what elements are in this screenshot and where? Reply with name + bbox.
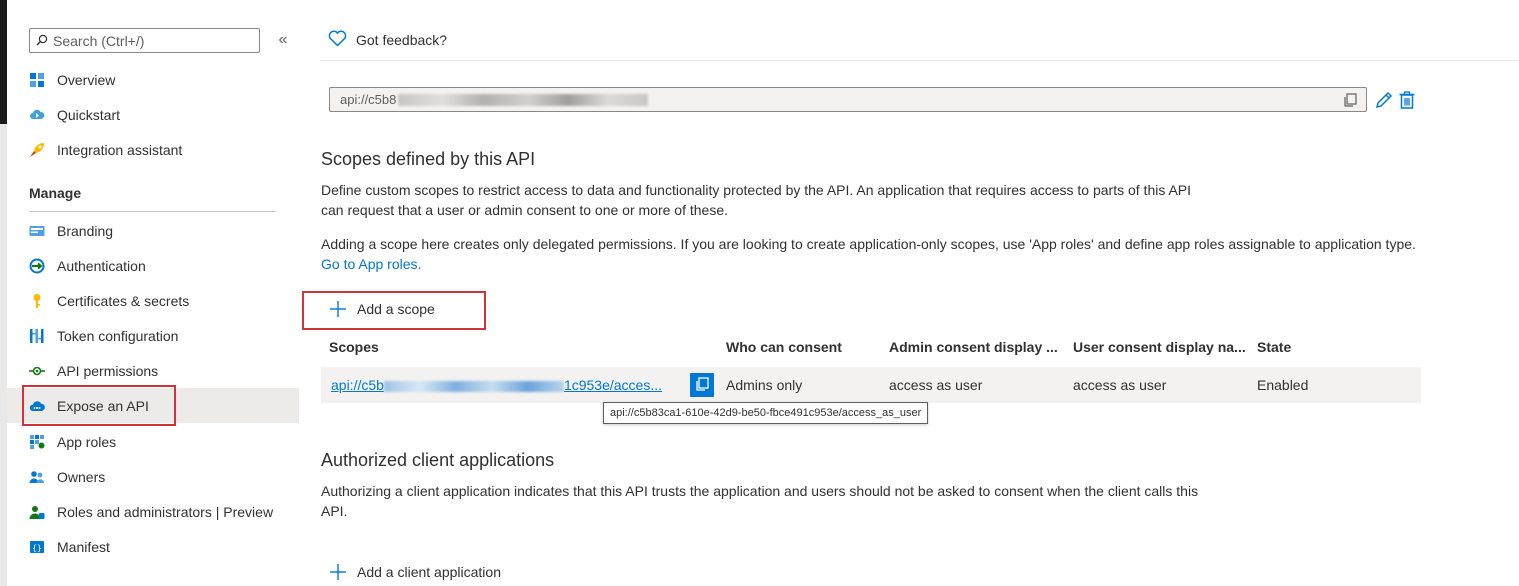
sidebar-item-label: Branding bbox=[57, 222, 114, 239]
sidebar-item-expose-an-api[interactable]: Expose an API bbox=[7, 388, 299, 423]
sidebar-item-label: Certificates & secrets bbox=[57, 292, 190, 309]
plus-icon bbox=[330, 564, 346, 580]
cell-admin-display: access as user bbox=[889, 377, 983, 393]
sidebar-search[interactable] bbox=[29, 28, 260, 53]
app-id-uri-field[interactable]: api://c5b8 bbox=[329, 87, 1367, 112]
sidebar-item-owners[interactable]: Owners bbox=[7, 459, 299, 494]
search-icon bbox=[36, 33, 48, 49]
app-id-uri-value: api://c5b8 bbox=[340, 92, 397, 107]
key-icon bbox=[29, 293, 45, 309]
authorized-description: Authorizing a client application indicat… bbox=[321, 483, 1199, 519]
sidebar-item-label: Expose an API bbox=[57, 397, 149, 414]
column-header-admin-consent-display[interactable]: Admin consent display ... bbox=[889, 339, 1058, 355]
sidebar-item-label: Quickstart bbox=[57, 106, 121, 123]
add-client-application-label: Add a client application bbox=[357, 564, 501, 580]
expose-api-cloud-icon bbox=[29, 398, 45, 414]
add-scope-button[interactable]: Add a scope bbox=[330, 301, 435, 317]
section-divider bbox=[29, 211, 276, 212]
column-header-user-consent-display[interactable]: User consent display na... bbox=[1073, 339, 1246, 355]
roles-admin-icon bbox=[29, 504, 45, 520]
redacted-text bbox=[398, 93, 649, 106]
branding-icon bbox=[29, 223, 45, 239]
sidebar-item-roles-administrators[interactable]: Roles and administrators | Preview bbox=[7, 494, 299, 529]
sidebar-item-quickstart[interactable]: Quickstart bbox=[7, 97, 299, 132]
sidebar-item-branding[interactable]: Branding bbox=[7, 213, 299, 248]
collapse-sidebar-button[interactable]: « bbox=[275, 30, 291, 50]
sidebar-item-label: Integration assistant bbox=[57, 141, 183, 158]
sidebar-item-label: Roles and administrators | Preview bbox=[57, 503, 274, 520]
sidebar-item-token-configuration[interactable]: Token configuration bbox=[7, 318, 299, 353]
search-input[interactable] bbox=[53, 32, 253, 49]
cell-user-display: access as user bbox=[1073, 377, 1167, 393]
owners-people-icon bbox=[29, 469, 45, 485]
sidebar-item-label: API permissions bbox=[57, 362, 159, 379]
window-edge bbox=[0, 0, 7, 586]
cell-who-can-consent: Admins only bbox=[726, 377, 803, 393]
sidebar-item-integration-assistant[interactable]: Integration assistant bbox=[7, 132, 299, 167]
copy-icon bbox=[694, 376, 710, 395]
sidebar-item-label: Owners bbox=[57, 468, 106, 485]
scopes-note: Adding a scope here creates only delegat… bbox=[321, 235, 1421, 274]
copy-icon[interactable] bbox=[1342, 92, 1358, 108]
header-divider bbox=[320, 60, 1519, 61]
plus-icon bbox=[330, 301, 346, 317]
copy-scope-button[interactable] bbox=[690, 373, 714, 397]
sidebar-item-api-permissions[interactable]: API permissions bbox=[7, 353, 299, 388]
add-scope-label: Add a scope bbox=[357, 301, 435, 317]
sidebar-item-certificates-secrets[interactable]: Certificates & secrets bbox=[7, 283, 299, 318]
go-to-app-roles-link[interactable]: Go to App roles. bbox=[321, 256, 421, 272]
scopes-description: Define custom scopes to restrict access … bbox=[321, 182, 1192, 218]
sidebar-item-label: Authentication bbox=[57, 257, 146, 274]
scopes-section-title: Scopes defined by this API bbox=[321, 149, 536, 169]
authentication-icon bbox=[29, 258, 45, 274]
api-permissions-icon bbox=[29, 363, 45, 379]
sidebar-item-app-roles[interactable]: App roles bbox=[7, 424, 299, 459]
sidebar-item-manifest[interactable]: {} Manifest bbox=[7, 529, 299, 564]
feedback-label: Got feedback? bbox=[356, 32, 448, 48]
main-content: Got feedback? api://c5b8 Scopes defined … bbox=[300, 0, 1519, 586]
authorized-section-title: Authorized client applications bbox=[321, 450, 555, 470]
scope-uri-link[interactable]: api://c5b 1c953e/acces... bbox=[331, 377, 662, 393]
column-header-scopes[interactable]: Scopes bbox=[329, 339, 379, 355]
feedback-button[interactable]: Got feedback? bbox=[328, 30, 447, 50]
add-client-application-button[interactable]: Add a client application bbox=[330, 564, 501, 580]
heart-icon bbox=[328, 30, 347, 50]
sidebar-item-label: App roles bbox=[57, 433, 117, 450]
sidebar-item-authentication[interactable]: Authentication bbox=[7, 248, 299, 283]
app-roles-grid-icon bbox=[29, 434, 45, 450]
sidebar-item-label: Token configuration bbox=[57, 327, 179, 344]
cell-state: Enabled bbox=[1257, 377, 1309, 393]
delete-trash-icon[interactable] bbox=[1397, 90, 1417, 110]
edit-pencil-icon[interactable] bbox=[1374, 90, 1394, 110]
quickstart-cloud-icon bbox=[29, 107, 45, 123]
overview-grid-icon bbox=[29, 72, 45, 88]
column-header-state[interactable]: State bbox=[1257, 339, 1291, 355]
sidebar-item-label: Manifest bbox=[57, 538, 110, 555]
rocket-icon bbox=[29, 142, 45, 158]
scope-uri-tooltip: api://c5b83ca1-610e-42d9-be50-fbce491c95… bbox=[603, 402, 929, 424]
manage-section-header: Manage bbox=[29, 185, 82, 201]
scopes-note-text: Adding a scope here creates only delegat… bbox=[321, 236, 1416, 252]
svg-text:{}: {} bbox=[32, 543, 42, 552]
sidebar-item-label: Overview bbox=[57, 71, 116, 88]
sidebar: « Overview Quickstart Integration assist… bbox=[7, 0, 299, 586]
redacted-text bbox=[383, 380, 564, 392]
column-header-who-can-consent[interactable]: Who can consent bbox=[726, 339, 842, 355]
sidebar-item-overview[interactable]: Overview bbox=[7, 62, 299, 97]
token-bars-icon bbox=[29, 328, 45, 344]
manifest-icon: {} bbox=[29, 539, 45, 555]
